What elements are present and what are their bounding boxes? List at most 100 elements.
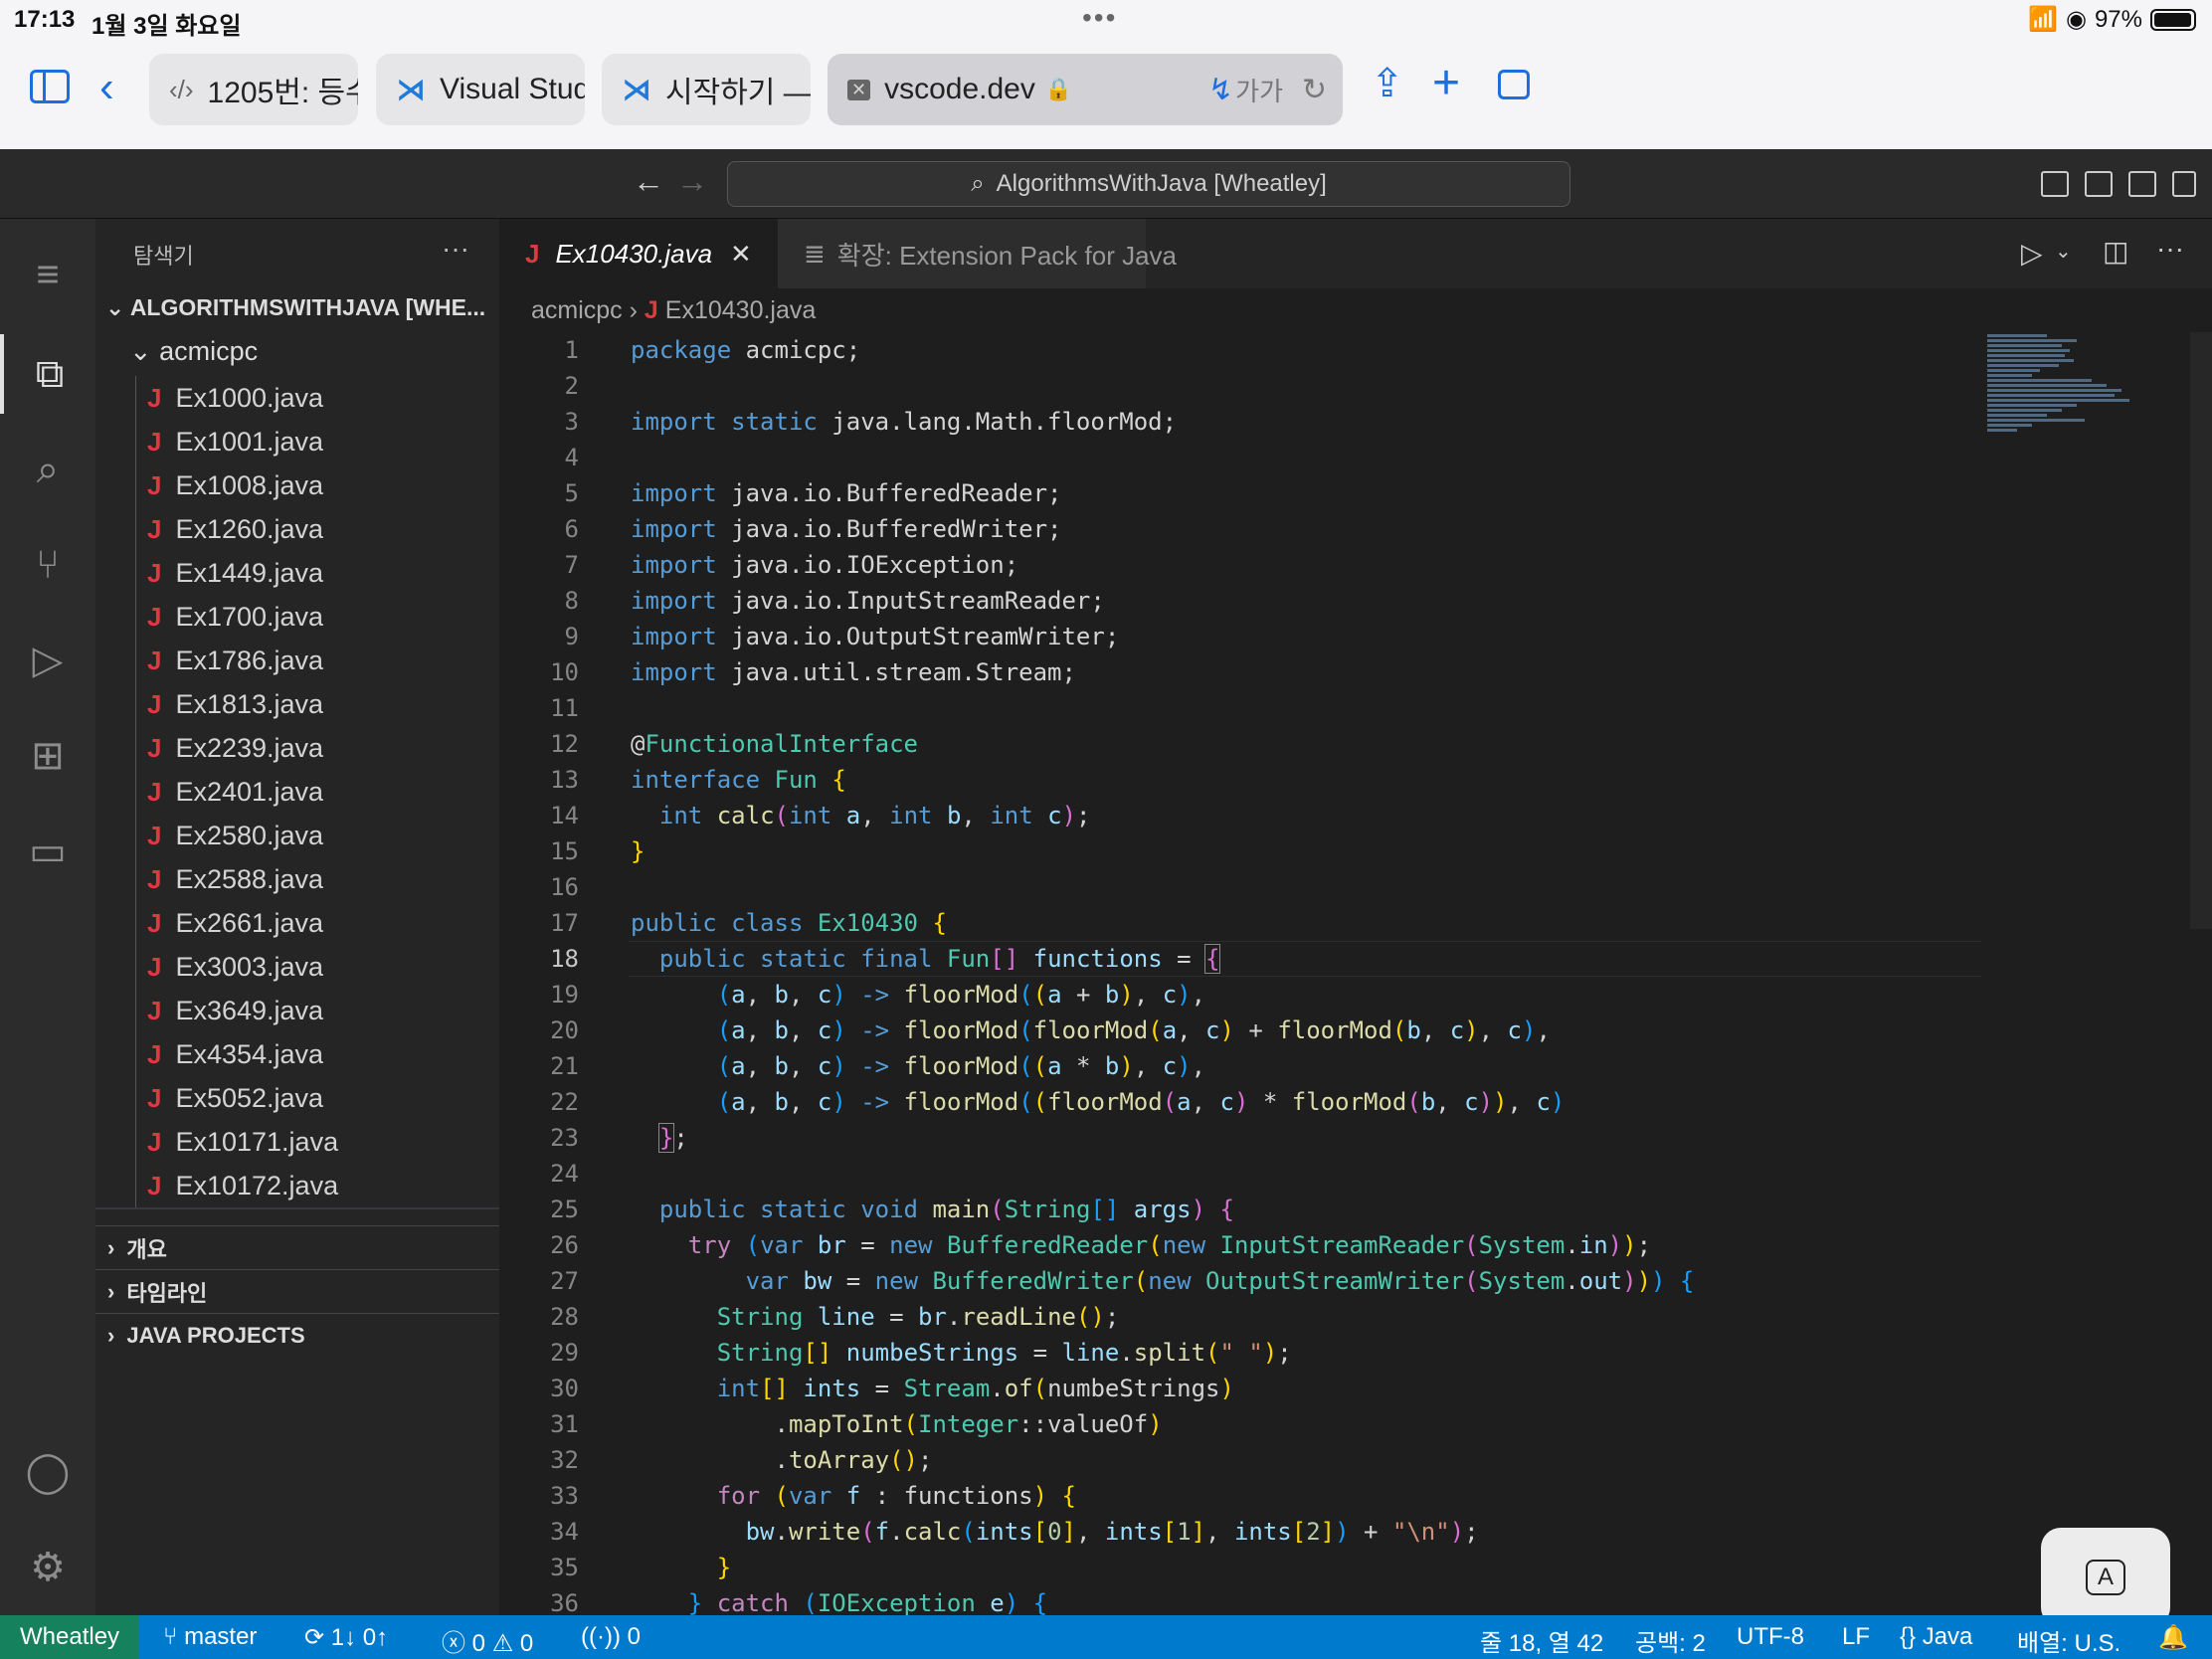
cursor-position[interactable]: 줄 18, 열 42 — [1480, 1623, 1603, 1658]
multitasking-dots-icon[interactable]: ••• — [1082, 2, 1117, 34]
code-line[interactable]: 32 .toArray(); — [499, 1442, 1981, 1478]
code-line[interactable]: 3 import static java.lang.Math.floorMod; — [499, 404, 1981, 440]
language-mode[interactable]: {} Java — [1900, 1623, 1972, 1651]
code-line[interactable]: 18 public static final Fun[] functions =… — [499, 941, 1981, 977]
sync-item[interactable]: ⟳ 1↓ 0↑ — [304, 1623, 388, 1652]
browser-tab-2[interactable]: ⋊ Visual Studio Co — [376, 54, 585, 125]
project-root[interactable]: ⌄ ALGORITHMSWITHJAVA [WHE... — [105, 294, 485, 321]
close-icon[interactable]: ✕ — [730, 239, 752, 270]
more-actions-icon[interactable]: ··· — [2156, 233, 2184, 265]
file-item[interactable]: J Ex4354.java — [95, 1032, 499, 1076]
browser-tab-active[interactable]: ✕ vscode.dev 🔒 ↯ 가가 ↻ — [828, 54, 1343, 125]
file-item[interactable]: J Ex2401.java — [95, 770, 499, 814]
extension-icon[interactable]: ↯ — [1208, 73, 1233, 107]
code-line[interactable]: 25 public static void main(String[] args… — [499, 1192, 1981, 1227]
code-line[interactable]: 31 .mapToInt(Integer::valueOf) — [499, 1406, 1981, 1442]
code-line[interactable]: 15} — [499, 833, 1981, 869]
code-line[interactable]: 7 import java.io.IOException; — [499, 547, 1981, 583]
keyboard-button[interactable]: A — [2041, 1528, 2170, 1627]
sidebar-toggle-icon[interactable] — [30, 70, 70, 103]
code-editor[interactable]: 1 package acmicpc; 2 3 import static java.la… — [499, 332, 1981, 1615]
code-line[interactable]: 22 (a, b, c) -> floorMod((floorMod(a, c)… — [499, 1084, 1981, 1120]
file-item[interactable]: J Ex1813.java — [95, 682, 499, 726]
more-actions-icon[interactable]: ··· — [442, 233, 469, 265]
tab-overview-icon[interactable] — [1498, 70, 1530, 99]
notifications-bell-icon[interactable]: 🔔 — [2158, 1623, 2188, 1652]
editor-tab-extension[interactable]: ≣ 확장: Extension Pack for Java — [778, 219, 1177, 288]
run-icon[interactable]: ▷ — [2021, 237, 2043, 270]
file-item[interactable]: JEx10430.java — [95, 1207, 499, 1209]
breadcrumb-folder[interactable]: acmicpc — [531, 296, 623, 324]
code-line[interactable]: 21 (a, b, c) -> floorMod((a * b), c), — [499, 1048, 1981, 1084]
code-line[interactable]: 12 @FunctionalInterface — [499, 726, 1981, 762]
indentation[interactable]: 공백: 2 — [1635, 1623, 1706, 1658]
code-line[interactable]: 19 (a, b, c) -> floorMod((a + b), c), — [499, 977, 1981, 1013]
code-line[interactable]: 28 String line = br.readLine(); — [499, 1299, 1981, 1335]
section-java-projects[interactable]: › JAVA PROJECTS — [95, 1313, 499, 1357]
section-outline[interactable]: › 개요 — [95, 1225, 499, 1269]
code-line[interactable]: 11 — [499, 690, 1981, 726]
file-item[interactable]: J Ex3003.java — [95, 945, 499, 989]
vertical-scrollbar[interactable] — [2190, 332, 2212, 929]
code-line[interactable]: 9 import java.io.OutputStreamWriter; — [499, 619, 1981, 654]
toggle-panel-icon[interactable] — [2085, 171, 2113, 197]
code-line[interactable]: 30 int[] ints = Stream.of(numbeStrings) — [499, 1371, 1981, 1406]
settings-gear-icon[interactable]: ⚙ — [0, 1528, 95, 1607]
explorer-icon[interactable]: ⧉ — [0, 334, 95, 414]
search-icon[interactable]: ⌕ — [0, 430, 95, 509]
file-item[interactable]: J Ex1000.java — [95, 376, 499, 420]
file-item[interactable]: J Ex1786.java — [95, 639, 499, 682]
reload-icon[interactable]: ↻ — [1302, 73, 1327, 107]
ports-item[interactable]: ((·)) 0 — [581, 1623, 641, 1651]
code-line[interactable]: 14 int calc(int a, int b, int c); — [499, 798, 1981, 833]
toggle-primary-sidebar-icon[interactable] — [2041, 171, 2069, 197]
code-line[interactable]: 20 (a, b, c) -> floorMod(floorMod(a, c) … — [499, 1013, 1981, 1048]
code-line[interactable]: 5 import java.io.BufferedReader; — [499, 475, 1981, 511]
branch-item[interactable]: ⑂ master — [163, 1623, 257, 1651]
section-timeline[interactable]: › 타임라인 — [95, 1269, 499, 1313]
code-line[interactable]: 16 — [499, 869, 1981, 905]
code-line[interactable]: 1 package acmicpc; — [499, 332, 1981, 368]
code-line[interactable]: 4 — [499, 440, 1981, 475]
remote-indicator[interactable]: Wheatley — [0, 1615, 140, 1659]
nav-forward-icon[interactable]: → — [676, 163, 708, 200]
code-line[interactable]: 2 — [499, 368, 1981, 404]
code-line[interactable]: 36 } catch (IOException e) { — [499, 1585, 1981, 1615]
run-dropdown-icon[interactable]: ⌄ — [2055, 239, 2072, 264]
breadcrumb-file[interactable]: Ex10430.java — [665, 296, 817, 324]
code-line[interactable]: 23 }; — [499, 1120, 1981, 1156]
problems-item[interactable]: ⓧ 0 ⚠ 0 — [442, 1623, 533, 1658]
remote-explorer-icon[interactable]: ▭ — [0, 812, 95, 891]
file-item[interactable]: J Ex2588.java — [95, 857, 499, 901]
minimap[interactable] — [1987, 332, 2136, 471]
end-of-line[interactable]: LF — [1842, 1623, 1870, 1651]
nav-back-icon[interactable]: ← — [633, 163, 664, 200]
source-control-icon[interactable]: ⑂ — [0, 525, 95, 605]
code-line[interactable]: 17 public class Ex10430 { — [499, 905, 1981, 941]
code-line[interactable]: 26 try (var br = new BufferedReader(new … — [499, 1227, 1981, 1263]
file-item[interactable]: J Ex3649.java — [95, 989, 499, 1032]
code-line[interactable]: 34 bw.write(f.calc(ints[0], ints[1], int… — [499, 1514, 1981, 1550]
back-icon[interactable]: ‹ — [99, 66, 114, 109]
toggle-secondary-sidebar-icon[interactable] — [2128, 171, 2156, 197]
file-item[interactable]: J Ex10172.java — [95, 1164, 499, 1207]
command-center[interactable]: ⌕ AlgorithmsWithJava [Wheatley] — [727, 161, 1570, 207]
file-item[interactable]: J Ex1700.java — [95, 595, 499, 639]
browser-tab-3[interactable]: ⋊ 시작하기 — 작업 영 — [602, 54, 811, 125]
editor-tab-ex10430[interactable]: J Ex10430.java ✕ — [499, 219, 778, 288]
menu-icon[interactable]: ≡ — [0, 235, 95, 314]
file-item[interactable]: J Ex2239.java — [95, 726, 499, 770]
code-line[interactable]: 29 String[] numbeStrings = line.split(" … — [499, 1335, 1981, 1371]
accounts-icon[interactable]: ◯ — [0, 1432, 95, 1512]
file-item[interactable]: J Ex5052.java — [95, 1076, 499, 1120]
close-tab-icon[interactable]: ✕ — [847, 79, 871, 100]
extensions-icon[interactable]: ⊞ — [0, 716, 95, 796]
file-item[interactable]: J Ex2661.java — [95, 901, 499, 945]
file-item[interactable]: J Ex1008.java — [95, 463, 499, 507]
folder-acmicpc[interactable]: ⌄ acmicpc — [129, 336, 258, 367]
new-tab-icon[interactable]: + — [1432, 60, 1460, 107]
code-line[interactable]: 35 } — [499, 1550, 1981, 1585]
code-line[interactable]: 13 interface Fun { — [499, 762, 1981, 798]
run-debug-icon[interactable]: ▷ — [0, 621, 95, 700]
code-line[interactable]: 6 import java.io.BufferedWriter; — [499, 511, 1981, 547]
